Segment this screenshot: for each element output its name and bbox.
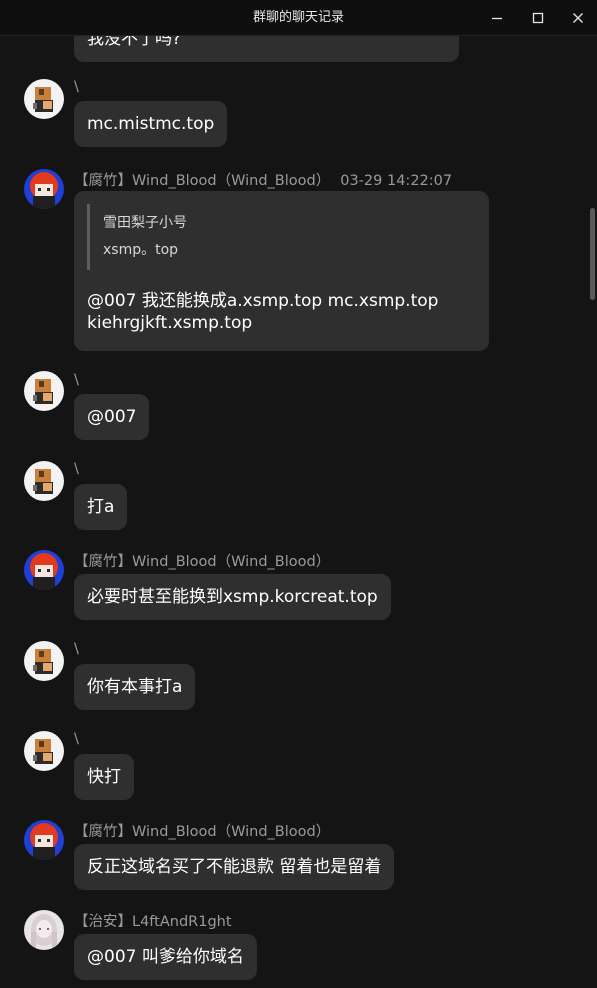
maximize-button[interactable] [518, 0, 558, 35]
message-text: mc.mistmc.top [87, 114, 215, 134]
quoted-sender: 雪田梨子小号 [103, 215, 187, 231]
quoted-message[interactable]: 雪田梨子小号 xsmp。top [87, 204, 187, 270]
avatar[interactable] [24, 79, 64, 119]
avatar[interactable] [24, 550, 64, 590]
sender-name: 【腐竹】Wind_Blood（Wind_Blood） 03-29 14:22:07 [74, 169, 452, 190]
close-icon [573, 12, 583, 23]
title-bar: 群聊的聊天记录 [0, 0, 597, 36]
message-text: @007 叫爹给你域名 [87, 947, 244, 967]
maximize-icon [532, 12, 544, 23]
sender-name: 【腐竹】Wind_Blood（Wind_Blood） [74, 824, 331, 840]
avatar[interactable] [24, 371, 64, 411]
message-time: 03-29 14:22:07 [340, 173, 453, 189]
avatar[interactable] [24, 910, 64, 950]
sender-name: \ [74, 461, 79, 477]
message-bubble[interactable]: 快打 [74, 754, 134, 800]
quoted-text: xsmp。top [103, 242, 179, 258]
message-text: 反正这域名买了不能退款 留着也是留着 [87, 857, 382, 877]
sender-name: 【治安】L4ftAndR1ght [74, 914, 232, 930]
sender-name: \ [74, 731, 79, 747]
message-bubble[interactable]: @007 [74, 394, 150, 440]
avatar[interactable] [24, 641, 64, 681]
avatar[interactable] [24, 731, 64, 771]
scrollbar-thumb[interactable] [590, 208, 595, 300]
sender-name: \ [74, 79, 79, 95]
avatar[interactable] [24, 820, 64, 860]
message-bubble[interactable]: @007 叫爹给你域名 [74, 934, 257, 980]
message-text: 我没不了吗? [87, 36, 182, 49]
sender-name: 【腐竹】Wind_Blood（Wind_Blood） [74, 554, 331, 570]
message-bubble[interactable]: 打a [74, 484, 128, 530]
message-text-line: kiehrgjkft.xsmp.top [87, 313, 253, 333]
message-text-line: @007 我还能换成a.xsmp.top mc.xsmp.top [87, 291, 439, 311]
message-text: 必要时甚至能换到xsmp.korcreat.top [87, 587, 378, 607]
sender-name-text: 【腐竹】Wind_Blood（Wind_Blood） [74, 173, 331, 189]
message-text: 你有本事打a [87, 677, 183, 697]
message-text: 打a [87, 497, 115, 517]
avatar[interactable] [24, 461, 64, 501]
minimize-button[interactable] [477, 0, 517, 35]
message-bubble[interactable]: 雪田梨子小号 xsmp。top @007 我还能换成a.xsmp.top mc.… [74, 191, 489, 351]
message-bubble[interactable]: 反正这域名买了不能退款 留着也是留着 [74, 844, 395, 890]
message-bubble[interactable]: 你有本事打a [74, 664, 196, 710]
message-list[interactable]: 我没不了吗? \ mc.mistmc.top 【腐竹】Wind_Blood（Wi… [0, 36, 587, 988]
sender-name: \ [74, 641, 79, 657]
message-bubble[interactable]: 必要时甚至能换到xsmp.korcreat.top [74, 574, 391, 620]
scrollbar[interactable] [588, 36, 597, 988]
message-bubble[interactable]: mc.mistmc.top [74, 101, 228, 147]
minimize-icon [492, 17, 502, 19]
close-button[interactable] [558, 0, 597, 35]
avatar[interactable] [24, 169, 64, 209]
message-text: @007 [87, 407, 137, 427]
message-text: 快打 [87, 767, 121, 787]
message-bubble[interactable]: 我没不了吗? [74, 36, 459, 62]
sender-name: \ [74, 372, 79, 388]
